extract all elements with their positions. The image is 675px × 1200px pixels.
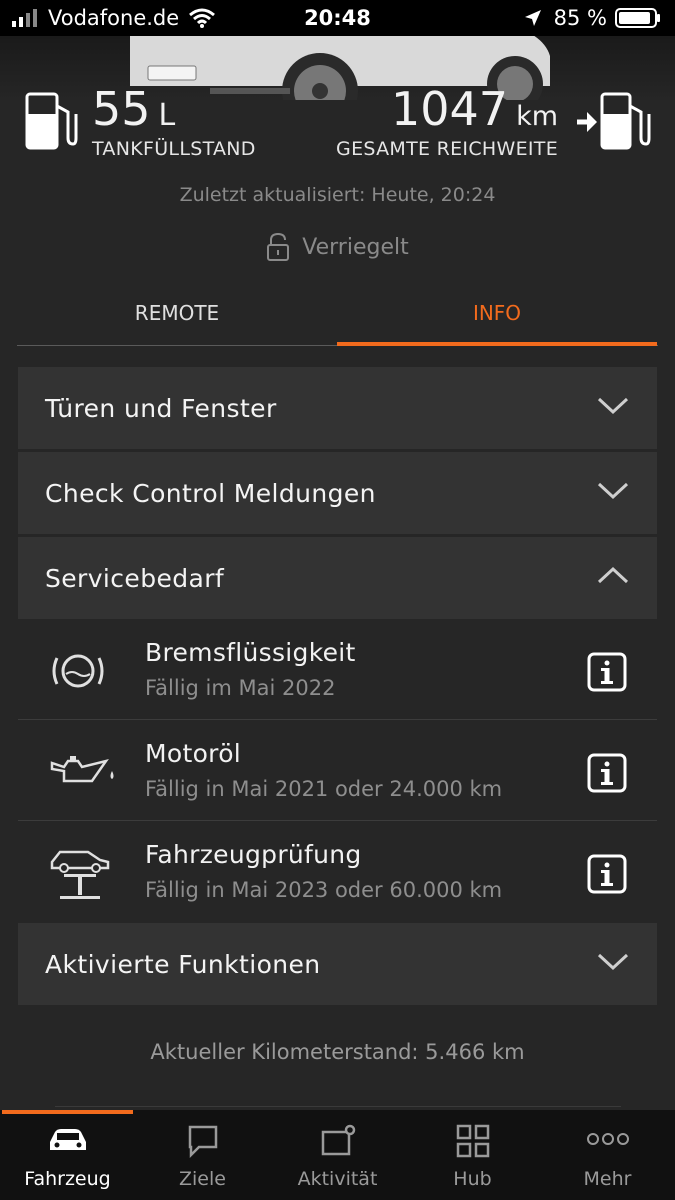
- more-dots-icon: [586, 1133, 629, 1145]
- section-service[interactable]: Servicebedarf: [18, 537, 657, 619]
- section-doors-windows[interactable]: Türen und Fenster: [18, 367, 657, 449]
- chevron-down-icon: [597, 397, 629, 415]
- last-updated: Zuletzt aktualisiert: Heute, 20:24: [179, 184, 496, 206]
- vehicle-lift-icon: [50, 850, 110, 899]
- total-range: 1047 km: [391, 82, 558, 136]
- nav-label: Fahrzeug: [24, 1168, 111, 1190]
- location-arrow-icon: [524, 10, 541, 26]
- total-range-label: GESAMTE REICHWEITE: [336, 138, 558, 160]
- lock-status-text: Verriegelt: [302, 234, 409, 260]
- info-icon[interactable]: [587, 652, 627, 692]
- engine-oil-icon: [50, 756, 114, 783]
- bottom-nav: Fahrzeug Ziele Aktivität Hub Mehr: [0, 1110, 675, 1200]
- service-item-title: Bremsflüssigkeit: [145, 638, 356, 667]
- fuel-level: 55 L: [92, 82, 175, 136]
- nav-label: Mehr: [583, 1168, 632, 1190]
- status-bar: Vodafone.de 20:48 85 %: [0, 0, 675, 36]
- car-icon: [49, 1129, 86, 1150]
- fuel-level-unit: L: [158, 98, 176, 133]
- nav-label: Aktivität: [297, 1168, 378, 1190]
- service-item-brake-fluid: Bremsflüssigkeit Fällig im Mai 2022: [18, 620, 657, 720]
- battery-percent: 85 %: [553, 6, 607, 30]
- status-right: 85 %: [524, 6, 661, 30]
- nav-label: Ziele: [179, 1168, 226, 1190]
- chevron-down-icon: [597, 953, 629, 971]
- total-range-unit: km: [516, 101, 558, 132]
- nav-activity[interactable]: Aktivität: [270, 1110, 405, 1200]
- activity-icon: [321, 1124, 355, 1156]
- section-check-control[interactable]: Check Control Meldungen: [18, 452, 657, 534]
- section-title: Check Control Meldungen: [45, 478, 376, 508]
- fuel-range-row: 55 L TANKFÜLLSTAND 1047 km GESAMTE REICHWE…: [0, 80, 675, 170]
- chevron-up-icon: [597, 566, 629, 584]
- battery-icon: [615, 8, 660, 28]
- service-item-engine-oil: Motoröl Fällig in Mai 2021 oder 24.000 k…: [18, 721, 657, 821]
- tab-bar: REMOTE INFO: [17, 290, 658, 346]
- fuel-pump-icon: [25, 92, 78, 150]
- nav-label: Hub: [453, 1168, 492, 1190]
- section-activated-functions[interactable]: Aktivierte Funktionen: [18, 923, 657, 1005]
- service-item-title: Motoröl: [145, 739, 242, 768]
- service-item-due: Fällig in Mai 2023 oder 60.000 km: [145, 878, 503, 902]
- section-title: Aktivierte Funktionen: [45, 949, 321, 979]
- info-icon[interactable]: [587, 854, 627, 894]
- section-title: Türen und Fenster: [45, 393, 277, 423]
- tab-remote[interactable]: REMOTE: [17, 290, 337, 346]
- nav-hub[interactable]: Hub: [405, 1110, 540, 1200]
- info-icon[interactable]: [587, 753, 627, 793]
- nav-vehicle[interactable]: Fahrzeug: [0, 1110, 135, 1200]
- brake-fluid-icon: [52, 654, 104, 688]
- fuel-level-label: TANKFÜLLSTAND: [92, 138, 256, 160]
- current-mileage: Aktueller Kilometerstand: 5.466 km: [150, 1040, 525, 1064]
- section-title: Servicebedarf: [45, 563, 225, 593]
- lock-status: Verriegelt: [0, 232, 675, 262]
- grid-icon: [456, 1124, 489, 1158]
- total-range-value: 1047: [390, 82, 509, 136]
- nav-more[interactable]: Mehr: [540, 1110, 675, 1200]
- fuel-range-icon: [577, 92, 651, 150]
- service-item-inspection: Fahrzeugprüfung Fällig in Mai 2023 oder …: [18, 822, 657, 922]
- chevron-down-icon: [597, 482, 629, 500]
- lock-icon: [267, 232, 290, 261]
- nav-destinations[interactable]: Ziele: [135, 1110, 270, 1200]
- service-item-title: Fahrzeugprüfung: [145, 840, 362, 869]
- fuel-level-value: 55: [92, 82, 151, 136]
- divider: [55, 1106, 621, 1107]
- service-item-due: Fällig in Mai 2021 oder 24.000 km: [145, 777, 503, 801]
- tab-info[interactable]: INFO: [337, 290, 657, 346]
- service-item-due: Fällig im Mai 2022: [145, 676, 336, 700]
- chat-bubble-icon: [188, 1125, 217, 1158]
